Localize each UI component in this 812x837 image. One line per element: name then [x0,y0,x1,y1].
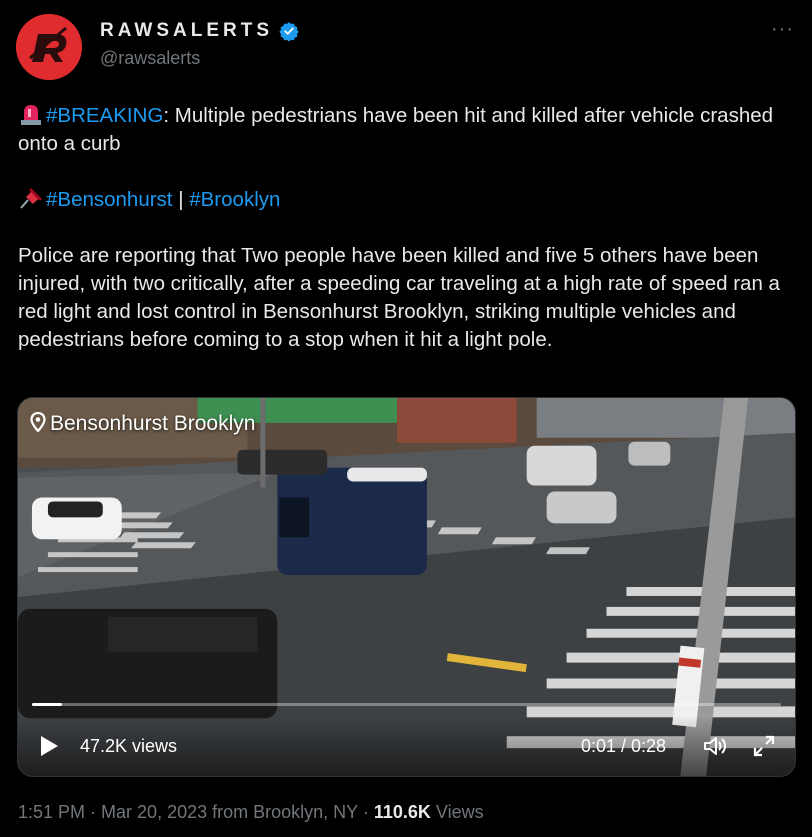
meta-separator: · [85,802,102,822]
verified-badge-icon [279,22,300,41]
tweet-date: Mar 20, 2023 [101,802,208,822]
video-player[interactable]: Bensonhurst Brooklyn 47.2K views 0:01 / … [17,397,796,777]
tweet-source: from Brooklyn, NY [207,802,358,822]
video-progress-bar[interactable] [32,703,781,706]
video-view-count: 47.2K views [80,736,178,756]
tweet-timestamp[interactable]: 1:51 PM · Mar 20, 2023 [18,802,207,822]
location-pin-icon [30,412,46,432]
handle[interactable]: @rawsalerts [100,48,299,69]
video-progress-fill [32,703,62,706]
hashtag-brooklyn[interactable]: #Brooklyn [189,188,280,211]
video-location-label: Bensonhurst Brooklyn [30,412,255,436]
hashtag-separator: | [172,188,190,211]
views-count: 110.6K [373,802,431,822]
volume-icon[interactable] [702,734,728,758]
tweet-line-hashtags: #Bensonhurst | #Brooklyn [18,186,793,214]
tweet-body: Police are reporting that Two people hav… [18,244,780,351]
tweet-time: 1:51 PM [18,802,86,822]
display-name[interactable]: RAWSALERTS [100,20,273,42]
rotating-light-emoji-icon [21,105,41,125]
more-horizontal-icon[interactable]: ··· [771,18,794,41]
tweet-header: RAWSALERTS @rawsalerts ··· [16,14,796,82]
tweet-line-breaking: #BREAKING: Multiple pedestrians have bee… [18,102,793,158]
video-time: 0:01 / 0:28 [581,736,667,756]
rawsalerts-logo-icon [16,14,82,80]
play-icon[interactable] [38,734,60,758]
tweet-meta: 1:51 PM · Mar 20, 2023 from Brooklyn, NY… [18,802,484,823]
views-label: Views [430,802,484,822]
avatar[interactable] [16,14,82,80]
tweet-text: #BREAKING: Multiple pedestrians have bee… [18,102,793,354]
fullscreen-icon[interactable] [752,734,776,758]
location-text: Bensonhurst Brooklyn [50,412,256,435]
meta-separator: · [357,802,374,822]
hashtag-bensonhurst[interactable]: #Bensonhurst [46,188,173,211]
hashtag-breaking[interactable]: #BREAKING [46,104,163,127]
pushpin-emoji-icon [20,188,42,209]
author-block: RAWSALERTS @rawsalerts [100,20,300,69]
